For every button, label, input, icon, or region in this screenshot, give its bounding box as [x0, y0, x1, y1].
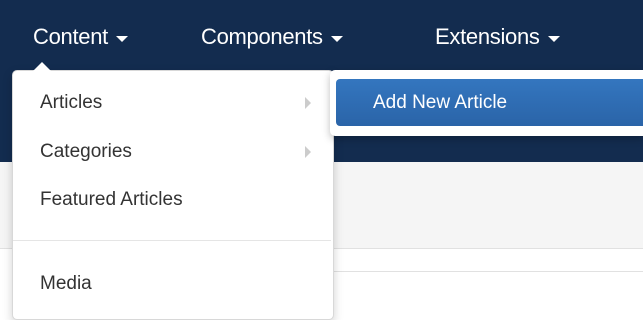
caret-down-icon: [547, 35, 560, 42]
nav-item-content[interactable]: Content: [33, 22, 128, 52]
submenu-item-label: Add New Article: [373, 91, 508, 113]
nav-item-extensions[interactable]: Extensions: [435, 22, 560, 52]
menu-item-media[interactable]: Media: [40, 269, 92, 299]
nav-item-label: Components: [201, 24, 323, 49]
menu-divider: [13, 240, 331, 241]
top-navbar: Content Components Extensions: [0, 0, 643, 70]
chevron-right-icon: [305, 146, 311, 158]
caret-down-icon: [330, 35, 343, 42]
submenu-item-add-new-article[interactable]: Add New Article: [336, 79, 643, 126]
dropdown-pointer: [33, 62, 51, 71]
nav-item-label: Extensions: [435, 24, 540, 49]
menu-item-label: Articles: [40, 92, 103, 113]
menu-item-featured-articles[interactable]: Featured Articles: [40, 185, 183, 215]
nav-item-components[interactable]: Components: [201, 22, 343, 52]
caret-down-icon: [115, 35, 128, 42]
nav-item-label: Content: [33, 24, 108, 49]
menu-item-label: Featured Articles: [40, 189, 183, 210]
chevron-right-icon: [305, 97, 311, 109]
page-divider: [330, 271, 643, 272]
menu-item-label: Media: [40, 273, 92, 294]
menu-item-label: Categories: [40, 141, 132, 162]
menu-item-articles[interactable]: Articles: [40, 88, 102, 118]
menu-item-categories[interactable]: Categories: [40, 137, 132, 167]
